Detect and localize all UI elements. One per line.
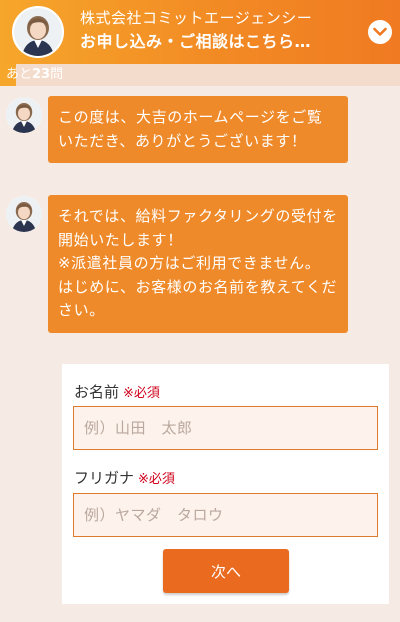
header-text[interactable]: 株式会社コミットエージェンシー お申し込み・ご相談はこちら… — [80, 8, 312, 54]
remaining-suffix: 問 — [50, 67, 64, 82]
kana-label-text: フリガナ — [74, 469, 135, 487]
kana-field-label: フリガナ ※必須 — [74, 468, 175, 490]
next-button[interactable]: 次へ — [163, 549, 289, 593]
remaining-questions-text: あと23問 — [6, 67, 63, 83]
kana-input[interactable] — [73, 493, 378, 537]
chat-message-bubble: この度は、大吉のホームページをご覧いただき、ありがとうございます！ — [48, 96, 348, 163]
required-badge: ※必須 — [123, 386, 160, 401]
remaining-prefix: あと — [6, 67, 33, 82]
remaining-count: 23 — [32, 67, 51, 82]
name-field-label: お名前 ※必須 — [74, 382, 160, 404]
header-bar[interactable]: 株式会社コミットエージェンシー お申し込み・ご相談はこちら… — [0, 0, 400, 64]
chat-message-bubble: それでは、給料ファクタリングの受付を開始いたします！ ※派遣社員の方はご利用でき… — [48, 195, 348, 333]
company-name: 株式会社コミットエージェンシー — [80, 9, 313, 27]
chevron-down-icon[interactable] — [368, 20, 392, 44]
header-cta-link[interactable]: お申し込み・ご相談はこちら… — [80, 30, 312, 54]
required-badge: ※必須 — [138, 472, 175, 487]
operator-avatar-small — [6, 97, 42, 133]
remaining-questions-bar: あと23問 — [0, 64, 400, 86]
name-form-card: お名前※必須 フリガナ※必須 次へ — [62, 364, 389, 604]
name-input[interactable] — [73, 406, 378, 450]
name-label-text: お名前 — [74, 383, 120, 401]
operator-avatar — [12, 6, 64, 58]
operator-avatar-small — [6, 196, 42, 232]
